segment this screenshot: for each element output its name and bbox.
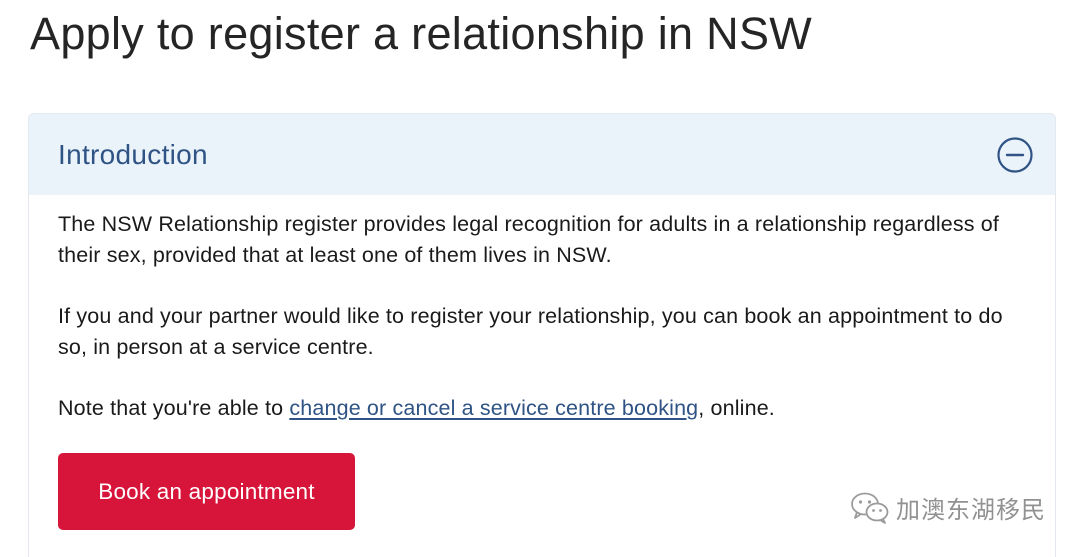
accordion-header[interactable]: Introduction <box>29 114 1055 195</box>
book-appointment-button[interactable]: Book an appointment <box>58 453 355 530</box>
accordion-body: The NSW Relationship register provides l… <box>29 195 1055 530</box>
wechat-icon <box>851 492 889 524</box>
intro-paragraph-1: The NSW Relationship register provides l… <box>58 212 1000 267</box>
note-suffix: , online. <box>698 396 775 420</box>
intro-paragraph-2: If you and your partner would like to re… <box>58 304 1003 359</box>
note-paragraph: Note that you're able to change or cance… <box>58 393 1026 424</box>
minus-circle-icon[interactable] <box>997 136 1033 173</box>
accordion-title: Introduction <box>58 138 208 170</box>
watermark-text: 加澳东湖移民 <box>896 496 1046 524</box>
page: Apply to register a relationship in NSW … <box>0 0 1080 557</box>
page-title: Apply to register a relationship in NSW <box>30 8 813 59</box>
change-cancel-booking-link[interactable]: change or cancel a service centre bookin… <box>289 396 698 420</box>
note-prefix: Note that you're able to <box>58 396 290 420</box>
watermark: 加澳东湖移民 <box>850 490 1046 525</box>
